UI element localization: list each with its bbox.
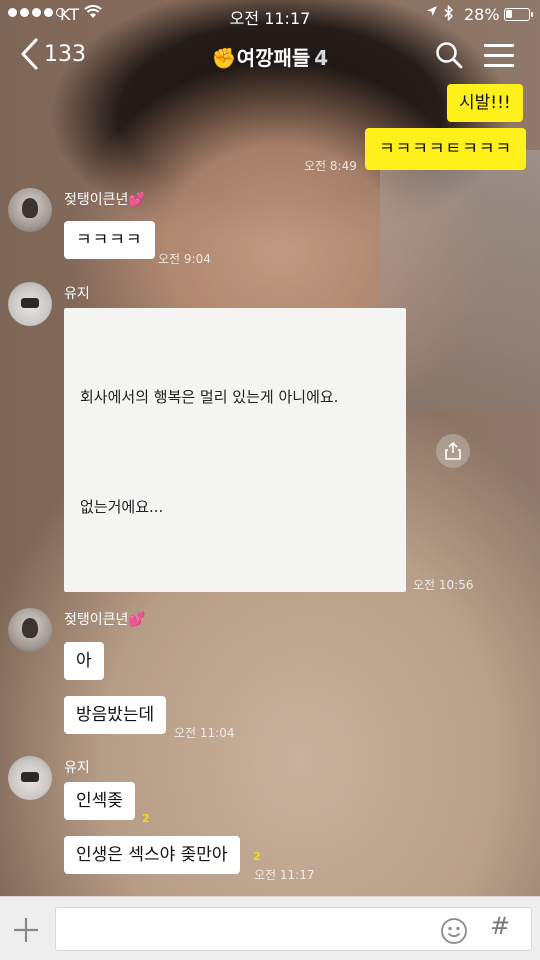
message-time: 오전 8:49 xyxy=(304,159,357,173)
emoji-icon[interactable] xyxy=(440,917,468,945)
image-message-card[interactable]: 회사에서의 행복은 멀리 있는게 아니에요. 없는거에요... xyxy=(64,308,406,592)
message-input-bar: # xyxy=(0,896,540,960)
message-time: 오전 11:17 xyxy=(254,868,315,882)
room-name: 여깡패들 xyxy=(236,46,311,70)
share-icon[interactable] xyxy=(436,434,470,468)
avatar[interactable] xyxy=(8,756,52,800)
sender-name: 유지 xyxy=(64,760,90,776)
my-message-bubble[interactable]: ㅋㅋㅋㅋㅌㅋㅋㅋ xyxy=(365,128,527,170)
avatar[interactable] xyxy=(8,282,52,326)
sender-name: 젖탱이큰년💕 xyxy=(64,192,146,208)
menu-icon[interactable] xyxy=(484,44,514,68)
unread-count: 2 xyxy=(142,812,150,825)
status-time: 오전 11:17 xyxy=(229,9,311,28)
hash-icon[interactable]: # xyxy=(490,912,510,940)
message-time: 오전 9:04 xyxy=(158,252,211,266)
search-icon[interactable] xyxy=(434,40,464,70)
plus-icon[interactable] xyxy=(10,914,42,946)
avatar[interactable] xyxy=(8,188,52,232)
card-text-line: 회사에서의 행복은 멀리 있는게 아니에요. xyxy=(80,388,339,406)
message-time: 오전 10:56 xyxy=(413,578,474,592)
member-count: 4 xyxy=(314,46,329,70)
their-message-bubble[interactable]: ㅋㅋㅋㅋ xyxy=(64,221,155,259)
chat-header: 133 ✊여깡패들 4 xyxy=(0,30,540,80)
avatar[interactable] xyxy=(8,608,52,652)
fist-icon: ✊ xyxy=(211,46,237,70)
sender-name: 유지 xyxy=(64,286,90,302)
my-message-bubble[interactable]: 시발!!! xyxy=(447,84,523,122)
battery-percent: 28% xyxy=(464,5,500,24)
location-arrow-icon xyxy=(426,5,438,21)
unread-count: 2 xyxy=(253,850,261,863)
their-message-bubble[interactable]: 인섹좆 xyxy=(64,782,135,820)
bluetooth-icon xyxy=(444,4,454,25)
status-bar: KT 오전 11:17 28% xyxy=(0,0,540,30)
card-text-line: 없는거에요... xyxy=(80,498,164,516)
their-message-bubble[interactable]: 아 xyxy=(64,642,104,680)
their-message-bubble[interactable]: 방음밨는데 xyxy=(64,696,167,734)
sender-name: 젖탱이큰년💕 xyxy=(64,612,146,628)
message-time: 오전 11:04 xyxy=(174,726,235,740)
battery-icon xyxy=(504,8,533,21)
their-message-bubble[interactable]: 인생은 섹스야 좆만아 xyxy=(64,836,240,874)
